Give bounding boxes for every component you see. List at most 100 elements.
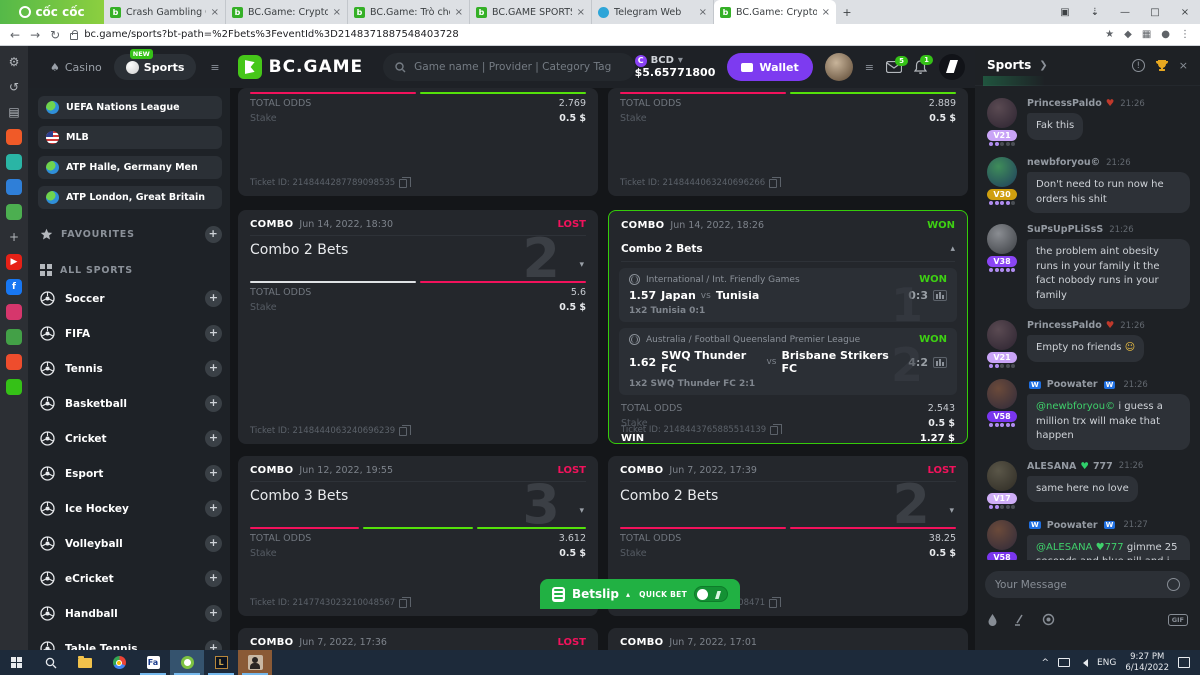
sidebar-item-basketball[interactable]: Basketball+ xyxy=(38,386,222,421)
menu-toggle-icon[interactable]: ≡ xyxy=(210,61,219,74)
chat-rules-icon[interactable]: ! xyxy=(1132,59,1145,72)
avatar[interactable] xyxy=(987,379,1017,409)
tab-close-icon[interactable]: × xyxy=(577,7,585,18)
character-app-icon[interactable] xyxy=(238,650,272,675)
action-center-icon[interactable] xyxy=(1178,657,1190,668)
expand-caret-icon[interactable]: ▾ xyxy=(579,260,584,270)
bet-card[interactable]: TOTAL ODDS2.769Stake0.5 $Ticket ID: 2148… xyxy=(238,88,598,196)
messenger-app-icon[interactable] xyxy=(6,179,22,195)
extensions-icon[interactable]: ▦ xyxy=(1142,29,1151,40)
sidebar-item-cricket[interactable]: Cricket+ xyxy=(38,421,222,456)
browser-tab[interactable]: bBC.Game: Crypto Casino Gam× xyxy=(226,0,348,24)
copy-icon[interactable] xyxy=(770,426,778,435)
language-indicator[interactable]: ENG xyxy=(1097,658,1116,668)
chat-username[interactable]: newbforyou© xyxy=(1027,157,1100,168)
chat-username[interactable]: PrincessPaldo xyxy=(1027,98,1102,109)
add-ice-hockey-button[interactable]: + xyxy=(205,500,222,517)
history-icon[interactable]: ↺ xyxy=(6,79,22,95)
chevron-right-icon[interactable]: ❯ xyxy=(1039,60,1047,71)
tray-chevron-icon[interactable]: ^ xyxy=(1041,658,1049,668)
chat-toggle-button[interactable] xyxy=(939,54,965,80)
add-tennis-button[interactable]: + xyxy=(205,360,222,377)
add-cricket-button[interactable]: + xyxy=(205,430,222,447)
speaker-icon[interactable] xyxy=(1079,659,1088,667)
avatar[interactable] xyxy=(987,98,1017,128)
bet-card[interactable]: COMBOJun 7, 2022, 17:01 xyxy=(608,628,968,650)
coccoc-logo[interactable]: cốc cốc xyxy=(0,0,104,24)
add-table-tennis-button[interactable]: + xyxy=(205,640,222,650)
tab-close-icon[interactable]: × xyxy=(211,7,219,18)
add-volleyball-button[interactable]: + xyxy=(205,535,222,552)
shield-icon[interactable]: ◆ xyxy=(1124,29,1132,40)
sidebar-item-handball[interactable]: Handball+ xyxy=(38,596,222,631)
user-menu-icon[interactable]: ≡ xyxy=(865,61,874,74)
rain-tip-icon[interactable] xyxy=(987,613,998,626)
chrome-icon[interactable] xyxy=(102,650,136,675)
tab-close-icon[interactable]: × xyxy=(333,7,341,18)
coccoc-taskbar-icon[interactable] xyxy=(170,650,204,675)
reading-list-icon[interactable]: ▤ xyxy=(6,104,22,120)
avatar[interactable] xyxy=(987,520,1017,550)
search-input[interactable]: Game name | Provider | Category Tag xyxy=(383,53,634,81)
pen-icon[interactable] xyxy=(1014,614,1026,626)
currency-selector[interactable]: CBCD▾ $5.65771800 xyxy=(635,55,716,79)
game-app-icon[interactable] xyxy=(6,204,22,220)
avatar[interactable] xyxy=(987,224,1017,254)
browser-tab[interactable]: bBC.Game: Trò chơi sòng bạc× xyxy=(348,0,470,24)
copy-icon[interactable] xyxy=(769,599,777,608)
copy-icon[interactable] xyxy=(399,427,407,436)
wallet-button[interactable]: Wallet xyxy=(727,53,812,81)
add-esport-button[interactable]: + xyxy=(205,465,222,482)
zalo-app-icon[interactable] xyxy=(6,329,22,345)
avatar[interactable] xyxy=(825,53,853,81)
add-handball-button[interactable]: + xyxy=(205,605,222,622)
sidebar-league-item[interactable]: ATP Halle, Germany Men xyxy=(38,156,222,179)
sidebar-league-item[interactable]: MLB xyxy=(38,126,222,149)
forward-button[interactable]: → xyxy=(30,28,40,42)
facebook-icon[interactable]: f xyxy=(6,279,22,295)
reader-mode-icon[interactable]: ▣ xyxy=(1050,7,1080,18)
back-button[interactable]: ← xyxy=(10,28,20,42)
shopee-app-icon[interactable] xyxy=(6,354,22,370)
reload-button[interactable]: ↻ xyxy=(50,28,60,42)
bet-card[interactable]: COMBOJun 7, 2022, 17:36LOST xyxy=(238,628,598,650)
sidebar-item-volleyball[interactable]: Volleyball+ xyxy=(38,526,222,561)
facebook-app-icon[interactable]: Fa xyxy=(136,650,170,675)
network-icon[interactable] xyxy=(1058,658,1070,667)
address-bar[interactable]: bc.game/sports?bt-path=%2Fbets%3FeventId… xyxy=(70,29,1095,40)
bet-card-title[interactable]: Combo 2 Bets2▾ xyxy=(620,481,956,527)
music-app-icon[interactable] xyxy=(6,154,22,170)
add-shortcut-icon[interactable]: + xyxy=(6,229,22,245)
chat-room-title[interactable]: Sports xyxy=(987,58,1031,74)
tab-casino[interactable]: ♠Casino xyxy=(50,61,102,74)
sidebar-item-ecricket[interactable]: eCricket+ xyxy=(38,561,222,596)
avatar[interactable] xyxy=(987,461,1017,491)
instagram-icon[interactable] xyxy=(6,304,22,320)
tab-sports[interactable]: NEW Sports xyxy=(114,54,197,80)
browser-tab[interactable]: bBC.Game: Crypto Casino Gam× xyxy=(714,0,836,24)
tab-close-icon[interactable]: × xyxy=(822,7,830,18)
browser-menu-icon[interactable]: ⋮ xyxy=(1180,29,1190,40)
favourites-row[interactable]: FAVOURITES + xyxy=(40,223,222,245)
chat-input[interactable]: Your Message xyxy=(985,571,1190,598)
copy-icon[interactable] xyxy=(399,599,407,608)
coin-drop-icon[interactable] xyxy=(1042,613,1055,626)
new-tab-button[interactable]: + xyxy=(836,0,858,24)
bookmark-star-icon[interactable]: ★ xyxy=(1105,29,1114,40)
chat-close-icon[interactable]: × xyxy=(1179,59,1188,72)
gif-button[interactable]: GIF xyxy=(1168,614,1188,626)
bet-card[interactable]: COMBOJun 14, 2022, 18:30LOSTCombo 2 Bets… xyxy=(238,210,598,444)
chat-username[interactable]: ALESANA xyxy=(1027,461,1076,472)
collapse-caret-icon[interactable]: ▴ xyxy=(950,244,955,254)
add-favourite-button[interactable]: + xyxy=(205,226,222,243)
browser-tab[interactable]: bCrash Gambling Game - BC.G× xyxy=(104,0,226,24)
settings-icon[interactable]: ⚙ xyxy=(6,54,22,70)
hot-app-icon[interactable] xyxy=(6,129,22,145)
copy-icon[interactable] xyxy=(399,179,407,188)
sidebar-item-tennis[interactable]: Tennis+ xyxy=(38,351,222,386)
sidebar-item-esport[interactable]: Esport+ xyxy=(38,456,222,491)
minimize-button[interactable]: — xyxy=(1110,7,1140,18)
sidebar-item-table-tennis[interactable]: Table Tennis+ xyxy=(38,631,222,650)
league-of-legends-icon[interactable]: L xyxy=(204,650,238,675)
money-app-icon[interactable] xyxy=(6,379,22,395)
